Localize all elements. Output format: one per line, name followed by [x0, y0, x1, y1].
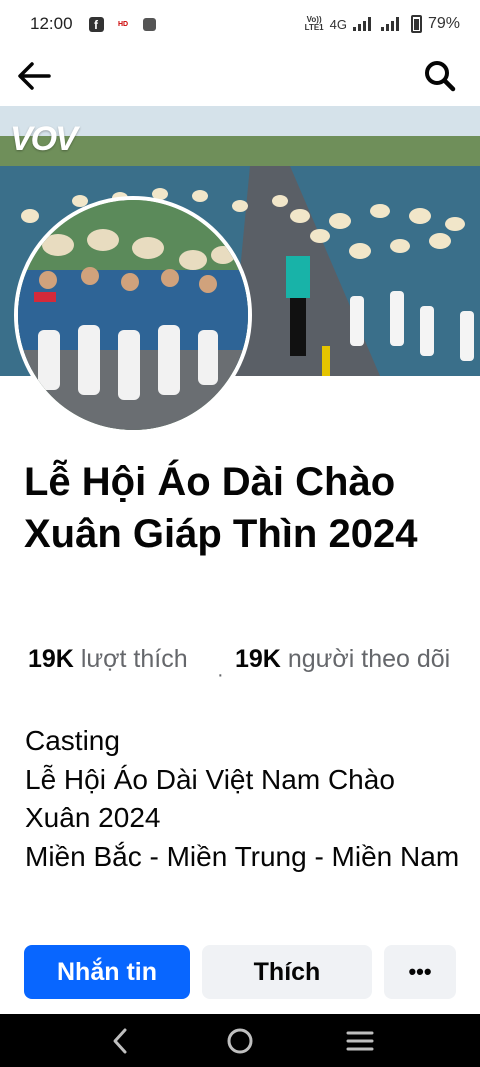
page-stats: 19K lượt thích · 19K người theo dõi — [28, 642, 468, 712]
status-bar: 12:00 f HD Vo)) LTE1 4G 79% — [0, 0, 480, 48]
bio-line: Miền Bắc - Miền Trung - Miền Nam — [25, 840, 460, 872]
likes-label: lượt thích — [73, 645, 188, 673]
stats-separator: · — [217, 664, 224, 686]
system-home-button[interactable] — [224, 1025, 256, 1057]
likes-stat[interactable]: 19K lượt thích — [28, 642, 198, 676]
page-bio: Casting Lễ Hội Áo Dài Việt Nam Chào Xuân… — [25, 722, 465, 876]
page-title: Lễ Hội Áo Dài Chào Xuân Giáp Thìn 2024 — [24, 460, 418, 556]
volte-icon: Vo)) LTE1 — [304, 15, 324, 32]
followers-stat[interactable]: 19K người theo dõi — [235, 642, 465, 676]
likes-count: 19K — [28, 645, 74, 673]
system-navigation-bar — [0, 1014, 480, 1067]
battery-icon — [410, 15, 422, 33]
bio-line: Casting — [25, 725, 120, 756]
avatar-image — [18, 200, 248, 430]
vov-logo: VOV — [10, 120, 78, 158]
followers-label: người theo dõi — [280, 645, 451, 673]
hd-notification-icon: HD — [117, 20, 129, 28]
menu-lines-icon — [346, 1031, 374, 1051]
signal-2-icon — [380, 17, 399, 31]
arrow-left-icon — [18, 62, 51, 90]
search-button[interactable] — [420, 56, 460, 96]
message-button[interactable]: Nhắn tin — [24, 945, 190, 999]
system-back-button[interactable] — [104, 1025, 136, 1057]
facebook-notification-icon: f — [88, 16, 104, 32]
bio-line: Lễ Hội Áo Dài Việt Nam Chào Xuân 2024 — [25, 763, 395, 834]
app-notification-icon — [142, 17, 156, 31]
notification-icons: f HD — [88, 16, 156, 32]
search-icon — [425, 61, 456, 92]
signal-icon — [352, 17, 371, 31]
back-button[interactable] — [14, 56, 54, 96]
chevron-left-icon — [113, 1028, 127, 1054]
top-nav — [0, 48, 480, 104]
profile-avatar[interactable] — [14, 196, 252, 434]
more-options-button[interactable]: ••• — [384, 945, 456, 999]
system-icons: Vo)) LTE1 4G 79% — [305, 15, 460, 33]
status-time: 12:00 — [30, 14, 73, 33]
system-recents-button[interactable] — [344, 1025, 376, 1057]
battery-percent: 79% — [427, 15, 460, 32]
home-circle-icon — [227, 1028, 253, 1054]
network-type: 4G — [329, 16, 347, 32]
like-button[interactable]: Thích — [202, 945, 372, 999]
page-actions: Nhắn tin Thích ••• — [24, 945, 456, 999]
followers-count: 19K — [235, 645, 281, 673]
